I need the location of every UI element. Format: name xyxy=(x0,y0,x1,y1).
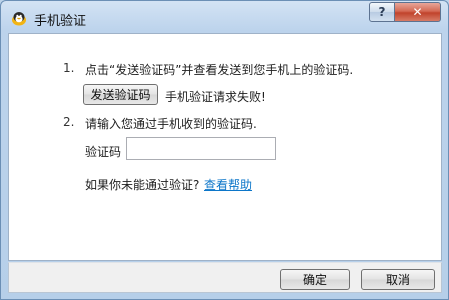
qq-penguin-icon xyxy=(10,9,28,27)
send-status-text: 手机验证请求失败! xyxy=(165,90,266,104)
dialog-content: 1. 点击“发送验证码”并查看发送到您手机上的验证码. 发送验证码 手机验证请求… xyxy=(8,33,442,261)
help-prompt: 如果你未能通过验证? xyxy=(85,178,200,192)
step-2-number: 2. xyxy=(63,115,75,129)
close-button[interactable]: ✕ xyxy=(395,2,441,22)
step-1-number: 1. xyxy=(63,61,75,75)
cancel-button[interactable]: 取消 xyxy=(361,269,435,290)
step-2-text: 请输入您通过手机收到的验证码. xyxy=(85,117,257,131)
window-title: 手机验证 xyxy=(34,14,87,29)
code-input[interactable] xyxy=(126,137,276,160)
title-bar[interactable]: 手机验证 ? ✕ xyxy=(1,1,448,33)
view-help-link[interactable]: 查看帮助 xyxy=(204,176,252,193)
send-code-button[interactable]: 发送验证码 xyxy=(83,84,158,105)
help-button[interactable]: ? xyxy=(369,2,395,22)
dialog-window: 手机验证 ? ✕ 1. 点击“发送验证码”并查看发送到您手机上的验证码. 发送验… xyxy=(0,0,449,300)
ok-button[interactable]: 确定 xyxy=(280,269,350,290)
close-icon: ✕ xyxy=(412,5,423,19)
dialog-footer: 确定 取消 xyxy=(8,262,442,293)
code-field-label: 验证码 xyxy=(85,145,122,159)
step-1-text: 点击“发送验证码”并查看发送到您手机上的验证码. xyxy=(85,63,354,77)
